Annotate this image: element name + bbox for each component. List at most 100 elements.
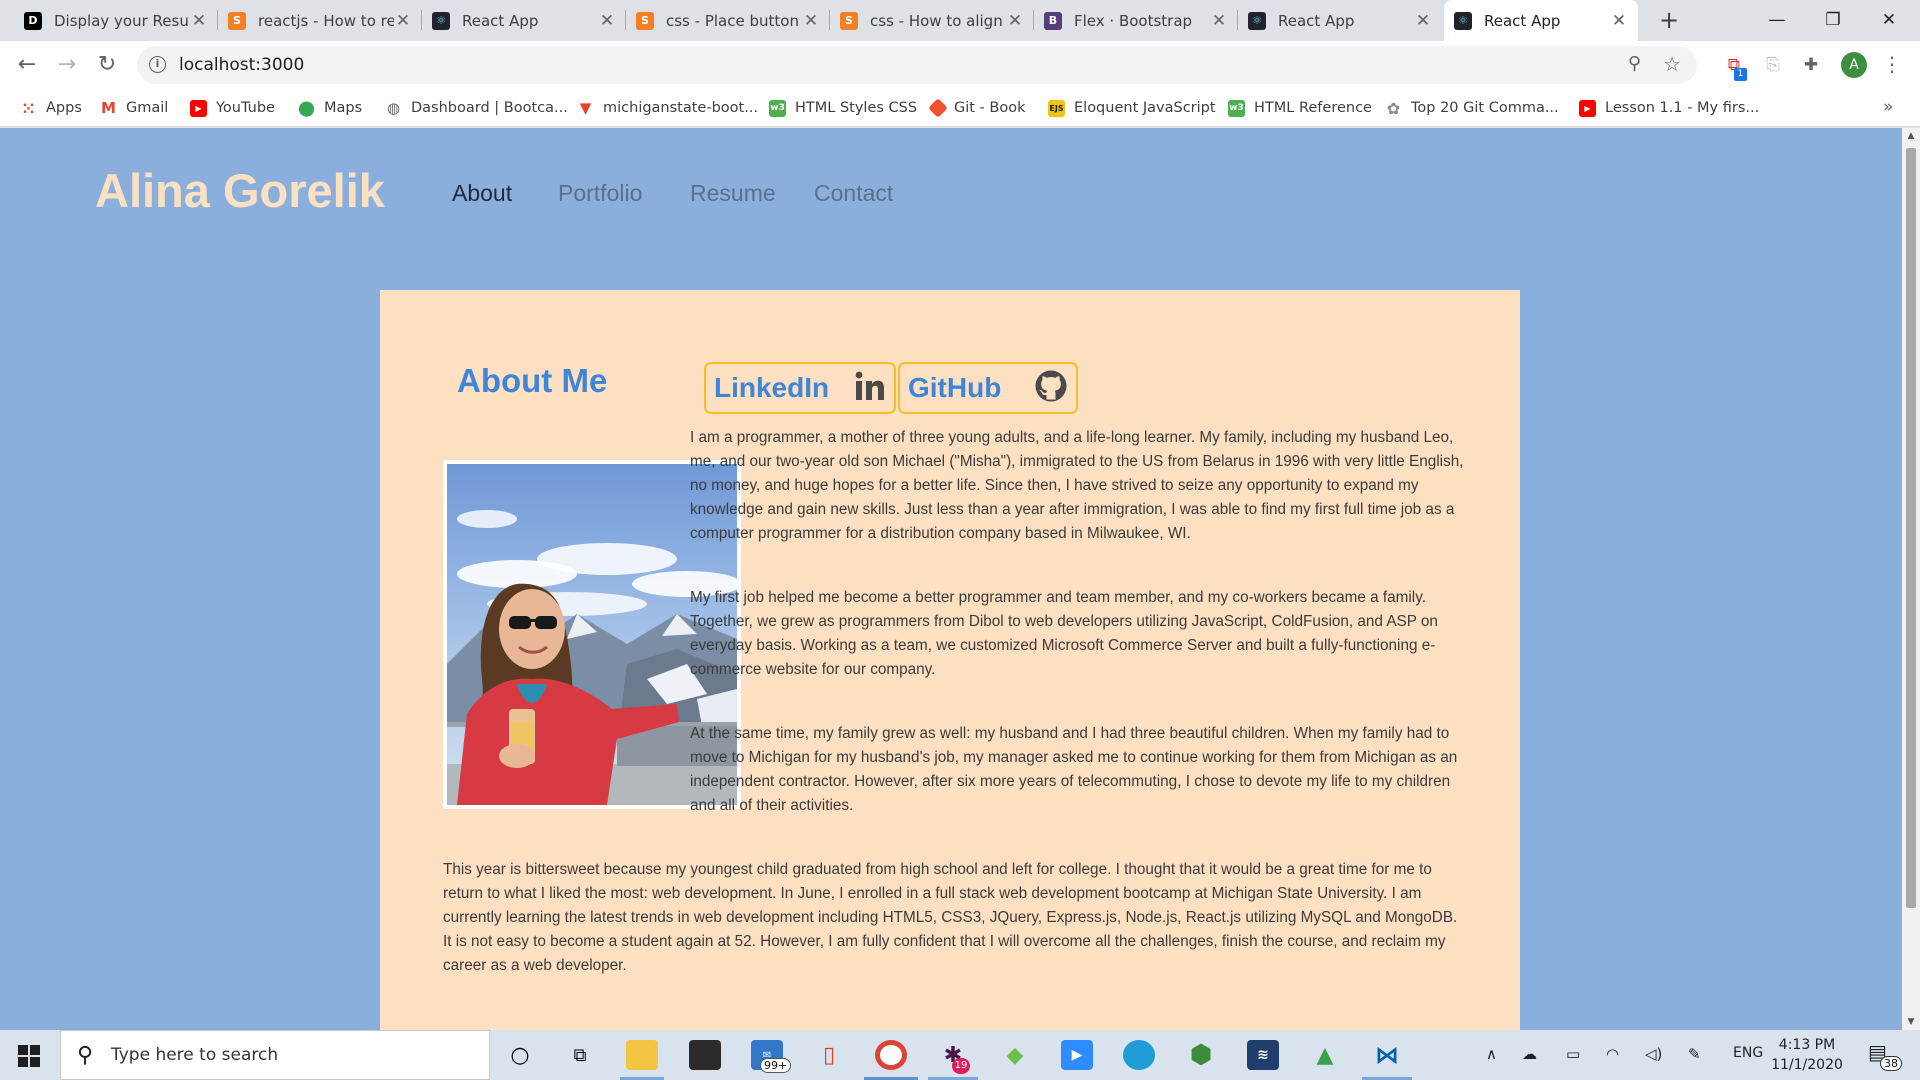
close-icon[interactable]: ✕ xyxy=(1414,11,1432,31)
puzzle-icon[interactable]: ✚ xyxy=(1799,53,1823,77)
gitkraken-icon[interactable]: ◆ xyxy=(999,1040,1031,1070)
gmail-icon: M xyxy=(101,99,116,117)
scroll-down-arrow[interactable]: ▼ xyxy=(1902,1017,1920,1027)
close-icon[interactable]: ✕ xyxy=(1006,11,1024,31)
tab-0[interactable]: D Display your Resum ✕ xyxy=(14,0,218,41)
bookmark-git-book[interactable]: Git - Book xyxy=(928,97,1026,119)
bookmark-label: YouTube xyxy=(216,100,275,116)
github-icon xyxy=(1034,369,1068,407)
clock-date: 11/1/2020 xyxy=(1771,1057,1843,1073)
taskbar-search[interactable]: ⚲ Type here to search xyxy=(60,1030,490,1080)
close-icon[interactable]: ✕ xyxy=(1210,11,1228,31)
battery-icon[interactable]: ▭ xyxy=(1566,1045,1580,1063)
new-tab-button[interactable]: + xyxy=(1655,6,1683,34)
bookmark-dashboard[interactable]: ◍ Dashboard | Bootca... xyxy=(385,97,568,119)
bookmark-gmail[interactable]: M Gmail xyxy=(100,97,168,119)
task-view-icon[interactable]: ⧉ xyxy=(564,1040,596,1070)
bookmark-maps[interactable]: ⬤ Maps xyxy=(298,97,362,119)
scroll-thumb[interactable] xyxy=(1906,148,1916,908)
react-icon: ⚛ xyxy=(432,11,450,30)
info-icon[interactable]: i xyxy=(149,56,166,73)
kebab-menu-icon[interactable]: ⋮ xyxy=(1882,53,1902,75)
stackoverflow-icon: S xyxy=(636,11,654,30)
bookmark-html-reference[interactable]: w3 HTML Reference xyxy=(1228,97,1372,119)
chrome-icon[interactable] xyxy=(875,1040,907,1070)
bookmark-label: Lesson 1.1 - My firs... xyxy=(1605,100,1760,116)
vscode-icon[interactable]: ⋈ xyxy=(1371,1040,1403,1070)
wifi-icon[interactable]: ◠ xyxy=(1606,1045,1619,1063)
window-close-button[interactable]: ✕ xyxy=(1861,0,1917,41)
close-icon[interactable]: ✕ xyxy=(802,11,820,31)
nav-contact[interactable]: Contact xyxy=(814,180,893,207)
linkedin-button[interactable]: LinkedIn xyxy=(704,362,896,414)
minimize-button[interactable]: — xyxy=(1749,0,1805,41)
zoom-app-icon[interactable]: ▶ xyxy=(1061,1040,1093,1070)
tab-1[interactable]: S reactjs - How to re ✕ xyxy=(218,0,422,41)
back-button[interactable]: ← xyxy=(11,49,43,81)
pen-icon[interactable]: ✎ xyxy=(1688,1045,1701,1063)
react-icon: ⚛ xyxy=(1454,11,1472,30)
windows-start-icon[interactable] xyxy=(18,1045,40,1067)
ejs-icon: EJS xyxy=(1048,99,1065,117)
site-brand[interactable]: Alina Gorelik xyxy=(95,163,385,218)
scroll-up-arrow[interactable]: ▲ xyxy=(1902,131,1920,141)
about-paragraph-4: This year is bittersweet because my youn… xyxy=(443,861,1458,974)
tab-3[interactable]: S css - Place button ✕ xyxy=(626,0,830,41)
linkedin-icon xyxy=(854,370,886,406)
tab-5[interactable]: B Flex · Bootstrap ✕ xyxy=(1034,0,1238,41)
onedrive-icon[interactable]: ☁ xyxy=(1522,1045,1537,1063)
bookmark-apps[interactable]: ⁙ Apps xyxy=(20,97,82,119)
about-card: About Me LinkedIn GitHub I am a programm… xyxy=(380,290,1520,1030)
edge-icon[interactable] xyxy=(1123,1040,1155,1070)
bookmark-label: Apps xyxy=(46,100,82,116)
bookmark-lesson[interactable]: ▶ Lesson 1.1 - My firs... xyxy=(1579,97,1759,119)
page-scrollbar[interactable]: ▲ ▼ xyxy=(1902,128,1920,1030)
volume-icon[interactable]: ◁) xyxy=(1645,1045,1662,1063)
github-button[interactable]: GitHub xyxy=(898,362,1078,414)
address-bar[interactable]: i localhost:3000 ⚲ ☆ xyxy=(137,46,1697,84)
nav-about[interactable]: About xyxy=(452,180,512,207)
store-icon[interactable] xyxy=(689,1040,721,1070)
about-paragraph-1: I am a programmer, a mother of three you… xyxy=(690,429,1464,542)
search-icon: ⚲ xyxy=(77,1043,94,1068)
close-icon[interactable]: ✕ xyxy=(190,11,208,31)
bookmark-gitlab[interactable]: ▼ michiganstate-boot... xyxy=(577,97,758,119)
bootstrap-icon: B xyxy=(1044,11,1062,30)
profile-avatar[interactable]: A xyxy=(1841,52,1867,78)
tab-2[interactable]: ⚛ React App ✕ xyxy=(422,0,626,41)
close-icon[interactable]: ✕ xyxy=(1610,11,1628,31)
close-icon[interactable]: ✕ xyxy=(394,11,412,31)
bookmark-youtube[interactable]: ▶ YouTube xyxy=(190,97,275,119)
stackoverflow-icon: S xyxy=(840,11,858,30)
bookmark-html-styles[interactable]: w3 HTML Styles CSS xyxy=(769,97,917,119)
tab-4[interactable]: S css - How to align ✕ xyxy=(830,0,1034,41)
zoom-icon[interactable]: ⚲ xyxy=(1628,53,1641,74)
bookmark-star-icon[interactable]: ☆ xyxy=(1663,52,1681,76)
nav-resume[interactable]: Resume xyxy=(690,180,776,207)
nodejs-icon[interactable]: ⬢ xyxy=(1185,1040,1217,1070)
forward-button[interactable]: → xyxy=(51,49,83,81)
mysql-workbench-icon[interactable]: ≋ xyxy=(1247,1040,1279,1070)
reload-button[interactable]: ↻ xyxy=(91,49,123,81)
tray-chevron-icon[interactable]: ∧ xyxy=(1486,1045,1497,1063)
tab-7-active[interactable]: ⚛ React App ✕ xyxy=(1444,0,1638,41)
tab-title: reactjs - How to re xyxy=(258,11,394,30)
clipboard-extension-icon[interactable]: ⎘ xyxy=(1761,53,1785,77)
globe-icon: ◍ xyxy=(386,99,401,117)
url-text[interactable]: localhost:3000 xyxy=(179,55,304,75)
restore-button[interactable]: ❐ xyxy=(1805,0,1861,41)
office-icon[interactable]: ▯ xyxy=(813,1040,845,1070)
mongodb-compass-icon[interactable]: ▲ xyxy=(1309,1040,1341,1070)
more-bookmarks-icon[interactable]: » xyxy=(1883,97,1893,117)
file-explorer-icon[interactable] xyxy=(626,1040,658,1070)
system-clock[interactable]: 4:13 PM 11/1/2020 xyxy=(1767,1035,1847,1075)
bookmark-git-commands[interactable]: ✿ Top 20 Git Comma... xyxy=(1385,97,1559,119)
tab-6[interactable]: ⚛ React App ✕ xyxy=(1238,0,1442,41)
language-indicator[interactable]: ENG xyxy=(1733,1045,1763,1061)
cortana-icon[interactable]: ○ xyxy=(504,1040,536,1070)
close-icon[interactable]: ✕ xyxy=(598,11,616,31)
w3schools-icon: w3 xyxy=(769,99,786,117)
nav-portfolio[interactable]: Portfolio xyxy=(558,180,642,207)
tab-title: css - Place button xyxy=(666,11,799,30)
bookmark-eloquent-js[interactable]: EJS Eloquent JavaScript xyxy=(1048,97,1216,119)
